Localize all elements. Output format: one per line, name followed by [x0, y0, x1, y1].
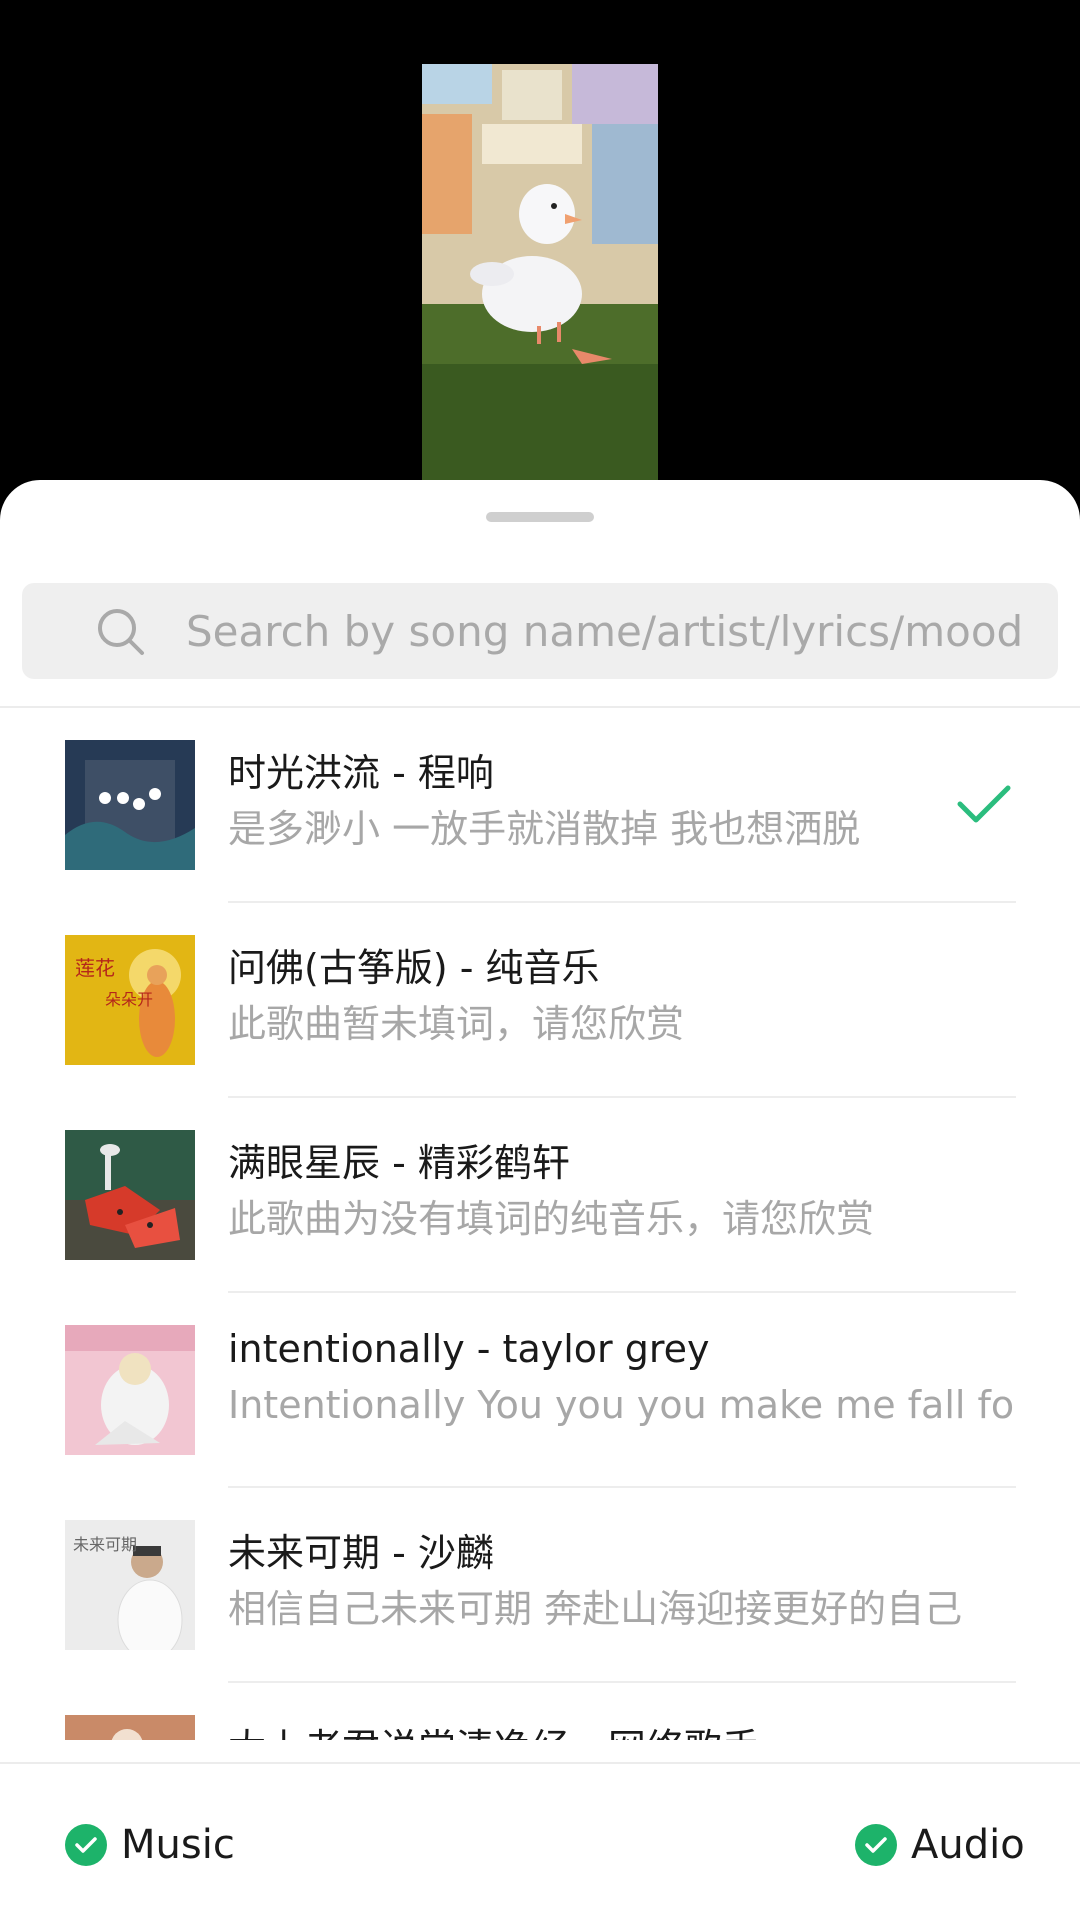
song-title: 太上老君说常清净经 - 网络歌手 — [228, 1717, 760, 1740]
audio-label: Audio — [911, 1822, 1025, 1868]
album-cover — [65, 1715, 195, 1740]
song-title: 未来可期 - 沙麟 — [228, 1531, 494, 1575]
album-cover — [65, 1130, 195, 1260]
cover-text: 未来可期 — [73, 1535, 137, 1554]
search-icon — [98, 609, 144, 655]
music-toggle[interactable]: Music — [65, 1810, 235, 1880]
song-title: 问佛(古筝版) - 纯音乐 — [228, 946, 600, 990]
cover-text: 莲花 — [75, 956, 115, 980]
footer-bar: Music Audio — [0, 1762, 1080, 1920]
album-cover — [65, 1325, 195, 1455]
song-item[interactable]: 太上老君说常清净经 - 网络歌手 — [0, 1683, 1080, 1740]
song-item[interactable]: 时光洪流 - 程响 是多渺小 一放手就消散掉 我也想洒脱 — [0, 708, 1080, 903]
album-cover: 莲花 朵朵开 — [65, 935, 195, 1065]
drag-handle[interactable] — [486, 512, 594, 522]
song-item[interactable]: intentionally - taylor grey Intentionall… — [0, 1293, 1080, 1488]
song-item[interactable]: 未来可期 未来可期 - 沙麟 相信自己未来可期 奔赴山海迎接更好的自己 — [0, 1488, 1080, 1683]
music-bottom-sheet: Search by song name/artist/lyrics/mood 时… — [0, 480, 1080, 1920]
music-label: Music — [121, 1822, 235, 1868]
audio-toggle[interactable]: Audio — [855, 1810, 1025, 1880]
album-cover: 未来可期 — [65, 1520, 195, 1650]
song-title: 满眼星辰 - 精彩鹤轩 — [228, 1141, 570, 1185]
music-picker-screen: Search by song name/artist/lyrics/mood 时… — [0, 0, 1080, 1920]
song-list: 时光洪流 - 程响 是多渺小 一放手就消散掉 我也想洒脱 莲花 朵朵开 问佛(古… — [0, 708, 1080, 1740]
check-circle-icon — [65, 1824, 107, 1866]
song-lyric: Intentionally You you you make me fall f… — [228, 1383, 1016, 1427]
search-input[interactable]: Search by song name/artist/lyrics/mood — [186, 607, 1023, 656]
song-item[interactable]: 满眼星辰 - 精彩鹤轩 此歌曲为没有填词的纯音乐，请您欣赏 — [0, 1098, 1080, 1293]
song-lyric: 是多渺小 一放手就消散掉 我也想洒脱 — [228, 807, 861, 851]
song-lyric: 此歌曲为没有填词的纯音乐，请您欣赏 — [228, 1197, 875, 1241]
song-item[interactable]: 莲花 朵朵开 问佛(古筝版) - 纯音乐 此歌曲暂未填词，请您欣赏 — [0, 903, 1080, 1098]
song-title: intentionally - taylor grey — [228, 1327, 710, 1371]
song-lyric: 相信自己未来可期 奔赴山海迎接更好的自己 — [228, 1587, 963, 1631]
album-cover — [65, 740, 195, 870]
check-circle-icon — [855, 1824, 897, 1866]
video-preview[interactable] — [422, 64, 658, 484]
song-lyric: 此歌曲暂未填词，请您欣赏 — [228, 1002, 685, 1046]
cover-text: 朵朵开 — [105, 990, 153, 1009]
selected-check-icon — [957, 785, 1011, 823]
video-thumbnail-image — [422, 64, 658, 484]
search-bar[interactable]: Search by song name/artist/lyrics/mood — [22, 583, 1058, 679]
song-title: 时光洪流 - 程响 — [228, 751, 494, 795]
